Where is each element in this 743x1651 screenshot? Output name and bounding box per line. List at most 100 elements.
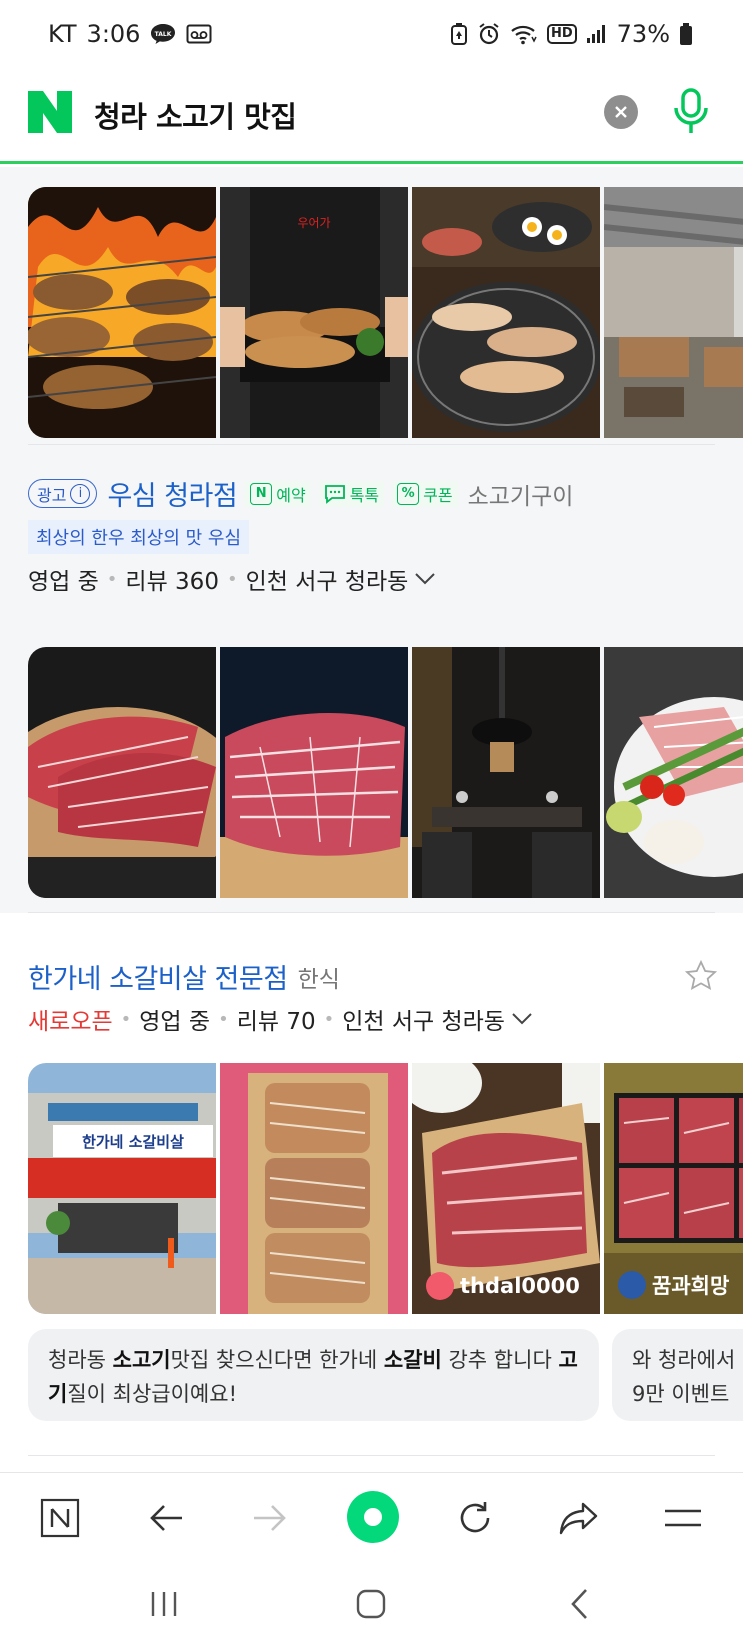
alarm-icon: [477, 22, 501, 46]
photo-strip[interactable]: [28, 647, 743, 898]
voicemail-icon: [186, 23, 212, 45]
recent-apps-button[interactable]: [139, 1584, 189, 1624]
star-icon: [684, 959, 718, 991]
grilled-pork-photo[interactable]: [412, 187, 600, 438]
marbled-steak-photo[interactable]: [220, 647, 408, 898]
review-count[interactable]: 리뷰 360: [125, 562, 219, 596]
separator-dot: •: [218, 1008, 229, 1030]
status-bar: KT 3:06 TALK HD 73%: [0, 0, 743, 76]
business-meta: 새로오픈 • 영업 중 • 리뷰 70 • 인천 서구 청라동: [28, 1002, 533, 1036]
photo-author-name: 꿈과희망: [652, 1274, 730, 1298]
talktalk-tag[interactable]: 톡톡: [318, 480, 385, 507]
back-icon: [571, 1589, 587, 1619]
signal-icon: [586, 23, 608, 45]
separator-dot: •: [106, 568, 118, 590]
clock: 3:06: [86, 20, 141, 48]
result-title-row: 광고 i 우심 청라점 N 예약 톡톡 % 쿠폰 소고기구이: [28, 474, 573, 513]
reservation-label: 예약: [276, 485, 306, 505]
restaurant-interior-photo[interactable]: [604, 187, 743, 438]
refresh-icon: [460, 1502, 490, 1533]
reservation-tag[interactable]: N 예약: [245, 480, 311, 507]
clear-search-button[interactable]: [604, 95, 638, 129]
refresh-button[interactable]: [450, 1495, 500, 1541]
review-text: 질이 최상급이예요!: [67, 1382, 237, 1406]
divider: [28, 444, 715, 445]
menu-icon: [665, 1509, 701, 1527]
svg-text:한가네 소갈비살: 한가네 소갈비살: [82, 1133, 184, 1151]
grill-fire-photo[interactable]: [28, 187, 216, 438]
user-avatar: [618, 1271, 646, 1299]
share-icon: [559, 1502, 598, 1535]
naver-home-icon: [40, 1498, 80, 1538]
raw-beef-tray-photo[interactable]: 꿈과희망: [604, 1063, 743, 1314]
review-text: 와 청라에서: [632, 1348, 736, 1372]
photo-author-tag[interactable]: thdal0000: [426, 1272, 580, 1300]
back-nav-button[interactable]: [554, 1584, 604, 1624]
naver-reservation-icon: N: [250, 482, 273, 505]
location[interactable]: 인천 서구 청라동: [342, 1002, 505, 1036]
talk-notification-icon: TALK: [150, 23, 176, 45]
wifi-icon: [510, 23, 538, 45]
review-snippet-card[interactable]: 청라동 소고기맛집 찾으신다면 한가네 소갈비 강추 합니다 고기질이 최상급이…: [28, 1329, 599, 1421]
separator-dot: •: [323, 1008, 335, 1030]
business-slogan: 최상의 한우 최상의 맛 우심: [28, 520, 250, 554]
forward-arrow-icon: [254, 1505, 286, 1531]
search-query[interactable]: 청라 소고기 맛집: [94, 94, 297, 136]
business-meta: 영업 중 • 리뷰 360 • 인천 서구 청라동: [28, 562, 436, 596]
share-button[interactable]: [554, 1495, 604, 1541]
microphone-icon: [674, 88, 708, 133]
marbled-beef-photo[interactable]: [28, 647, 216, 898]
svg-text:우어가: 우어가: [297, 216, 330, 230]
server-holding-meat-photo[interactable]: 우어가: [220, 187, 408, 438]
location[interactable]: 인천 서구 청라동: [246, 562, 409, 596]
review-highlight: 소갈비: [383, 1348, 442, 1372]
storefront-photo[interactable]: 한가네 소갈비살: [28, 1063, 216, 1314]
review-text: 청라동: [48, 1348, 113, 1372]
sliced-beef-photo[interactable]: thdal0000: [412, 1063, 600, 1314]
photo-strip[interactable]: 한가네 소갈비살 thdal0000 꿈과희망: [28, 1063, 743, 1314]
review-highlight: 소고기: [112, 1348, 171, 1372]
business-category: 한식: [297, 966, 340, 993]
packaged-beef-photo[interactable]: [220, 1063, 408, 1314]
home-button[interactable]: [346, 1584, 396, 1624]
photo-author-tag[interactable]: 꿈과희망: [618, 1270, 729, 1300]
chevron-down-icon[interactable]: [511, 1012, 533, 1026]
open-status: 영업 중: [28, 569, 99, 595]
chevron-down-icon[interactable]: [414, 572, 436, 586]
review-text: 맛집 찾으신다면 한가네: [170, 1348, 384, 1372]
menu-button[interactable]: [658, 1495, 708, 1541]
info-icon: i: [70, 483, 91, 504]
ad-badge[interactable]: 광고 i: [28, 479, 98, 508]
back-button[interactable]: [141, 1495, 191, 1541]
naver-logo-icon[interactable]: [28, 91, 72, 133]
talktalk-label: 톡톡: [349, 485, 380, 505]
photo-strip[interactable]: 우어가: [28, 187, 743, 438]
divider: [28, 1455, 715, 1456]
save-star-button[interactable]: [684, 959, 718, 993]
voice-search-button[interactable]: [669, 86, 713, 138]
beef-platter-photo[interactable]: [604, 647, 743, 898]
dining-room-photo[interactable]: [412, 647, 600, 898]
coupon-tag[interactable]: % 쿠폰: [392, 480, 458, 507]
open-status: 영업 중: [139, 1009, 211, 1035]
search-header: 청라 소고기 맛집: [0, 76, 743, 164]
review-snippet-card[interactable]: 와 청라에서 9만 이벤트: [612, 1329, 743, 1421]
coupon-icon: %: [397, 482, 420, 505]
business-name-link[interactable]: 한가네 소갈비살 전문점: [28, 957, 288, 996]
forward-button[interactable]: [245, 1495, 295, 1541]
new-open-label: 새로오픈: [28, 1009, 113, 1035]
battery-icon: [679, 22, 693, 46]
carrier-label: KT: [48, 20, 77, 48]
green-dot-button[interactable]: [346, 1490, 400, 1544]
business-name-link[interactable]: 우심 청라점: [107, 474, 237, 513]
coupon-label: 쿠폰: [423, 485, 453, 505]
system-navigation-bar: [0, 1562, 743, 1651]
battery-saver-icon: [450, 22, 468, 46]
separator-dot: •: [120, 1008, 132, 1030]
review-text: 강추 합니다: [441, 1348, 559, 1372]
hd-voice-icon: HD: [546, 24, 577, 44]
review-count[interactable]: 리뷰 70: [237, 1002, 316, 1036]
chat-icon: [324, 484, 345, 504]
naver-home-button[interactable]: [35, 1495, 85, 1541]
business-category: 소고기구이: [467, 483, 574, 510]
